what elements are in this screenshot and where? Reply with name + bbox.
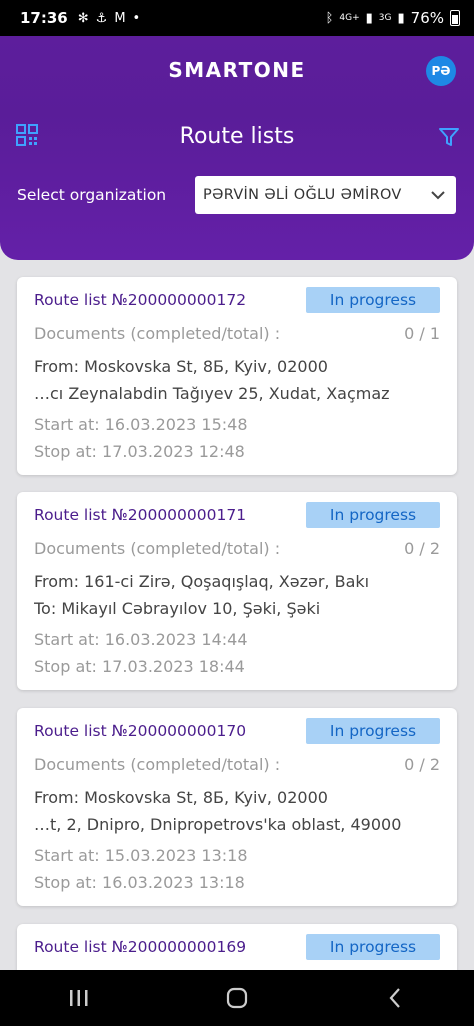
start-time: Start at: 15.03.2023 13:18 bbox=[34, 846, 248, 865]
status-time: 17:36 bbox=[20, 9, 68, 27]
organization-value: PƏRVİN ƏLİ OĞLU ƏMİROV bbox=[203, 187, 402, 203]
app-header: SMARTONE PƏ Route lists Select organizat… bbox=[0, 36, 474, 260]
route-card[interactable]: Route list №200000000172 In progress Doc… bbox=[17, 277, 457, 475]
battery-level: 76% bbox=[410, 9, 444, 27]
route-card-title: Route list №200000000171 bbox=[34, 506, 247, 524]
bluetooth-icon: ᛒ bbox=[325, 10, 334, 26]
recent-apps-button[interactable] bbox=[59, 978, 99, 1018]
status-badge: In progress bbox=[306, 287, 440, 313]
stop-time: Stop at: 17.03.2023 18:44 bbox=[34, 657, 245, 676]
documents-count: 0 / 2 bbox=[404, 755, 440, 774]
stop-time: Stop at: 16.03.2023 13:18 bbox=[34, 873, 245, 892]
stop-time: Stop at: 17.03.2023 12:48 bbox=[34, 442, 245, 461]
avatar[interactable]: PƏ bbox=[426, 56, 456, 86]
recent-apps-icon bbox=[70, 990, 88, 1006]
system-icons: ᛒ 4G+ ▮ 3G ▮ 76% bbox=[326, 9, 460, 27]
documents-count: 0 / 2 bbox=[404, 539, 440, 558]
organization-label: Select organization bbox=[17, 186, 167, 204]
battery-icon bbox=[450, 10, 460, 26]
documents-label: Documents (completed/total) : bbox=[34, 539, 281, 558]
dot-icon: • bbox=[132, 10, 141, 26]
page-title: Route lists bbox=[179, 123, 295, 149]
home-icon bbox=[226, 987, 248, 1009]
to-address: To: Mikayıl Cəbrayılov 10, Şəki, Şəki bbox=[34, 599, 321, 618]
route-card[interactable]: Route list №200000000171 In progress Doc… bbox=[17, 492, 457, 690]
status-badge: In progress bbox=[306, 934, 440, 960]
route-card[interactable]: Route list №200000000170 In progress Doc… bbox=[17, 708, 457, 906]
from-address: From: 161-ci Zirə, Qoşaqışlaq, Xəzər, Ba… bbox=[34, 572, 370, 591]
route-card[interactable]: Route list №200000000169 In progress bbox=[17, 924, 457, 970]
route-card-title: Route list №200000000172 bbox=[34, 291, 247, 309]
network2-label: 3G bbox=[378, 13, 392, 23]
back-button[interactable] bbox=[375, 978, 415, 1018]
signal-icon: ▮ bbox=[365, 10, 373, 26]
mail-icon: M bbox=[114, 10, 126, 26]
fan-icon: ✻ bbox=[77, 10, 89, 26]
signal2-icon: ▮ bbox=[397, 10, 405, 26]
back-icon bbox=[389, 988, 400, 1008]
status-badge: In progress bbox=[306, 502, 440, 528]
chevron-down-icon bbox=[431, 191, 445, 200]
documents-label: Documents (completed/total) : bbox=[34, 324, 281, 343]
start-time: Start at: 16.03.2023 14:44 bbox=[34, 630, 248, 649]
brand-logo: SMARTONE bbox=[168, 58, 306, 82]
filter-icon[interactable] bbox=[438, 126, 460, 148]
route-card-title: Route list №200000000170 bbox=[34, 722, 247, 740]
to-address: …cı Zeynalabdin Tağıyev 25, Xudat, Xaçma… bbox=[34, 384, 390, 403]
navigation-bar bbox=[0, 970, 474, 1026]
route-card-title: Route list №200000000169 bbox=[34, 938, 247, 956]
documents-count: 0 / 1 bbox=[404, 324, 440, 343]
documents-label: Documents (completed/total) : bbox=[34, 755, 281, 774]
status-badge: In progress bbox=[306, 718, 440, 744]
route-list: Route list №200000000172 In progress Doc… bbox=[0, 260, 474, 970]
home-button[interactable] bbox=[217, 978, 257, 1018]
start-time: Start at: 16.03.2023 15:48 bbox=[34, 415, 248, 434]
organization-select[interactable]: PƏRVİN ƏLİ OĞLU ƏMİROV bbox=[195, 176, 456, 214]
qr-code-icon[interactable] bbox=[16, 124, 38, 146]
anchor-icon: ⚓ bbox=[95, 10, 108, 26]
status-bar: 17:36 ✻ ⚓ M • ᛒ 4G+ ▮ 3G ▮ 76% bbox=[0, 0, 474, 36]
from-address: From: Moskovska St, 8Б, Kyiv, 02000 bbox=[34, 357, 328, 376]
network-label: 4G+ bbox=[339, 13, 360, 23]
from-address: From: Moskovska St, 8Б, Kyiv, 02000 bbox=[34, 788, 328, 807]
notification-icons: ✻ ⚓ M • bbox=[78, 11, 140, 26]
to-address: …t, 2, Dnipro, Dnipropetrovs'ka oblast, … bbox=[34, 815, 402, 834]
